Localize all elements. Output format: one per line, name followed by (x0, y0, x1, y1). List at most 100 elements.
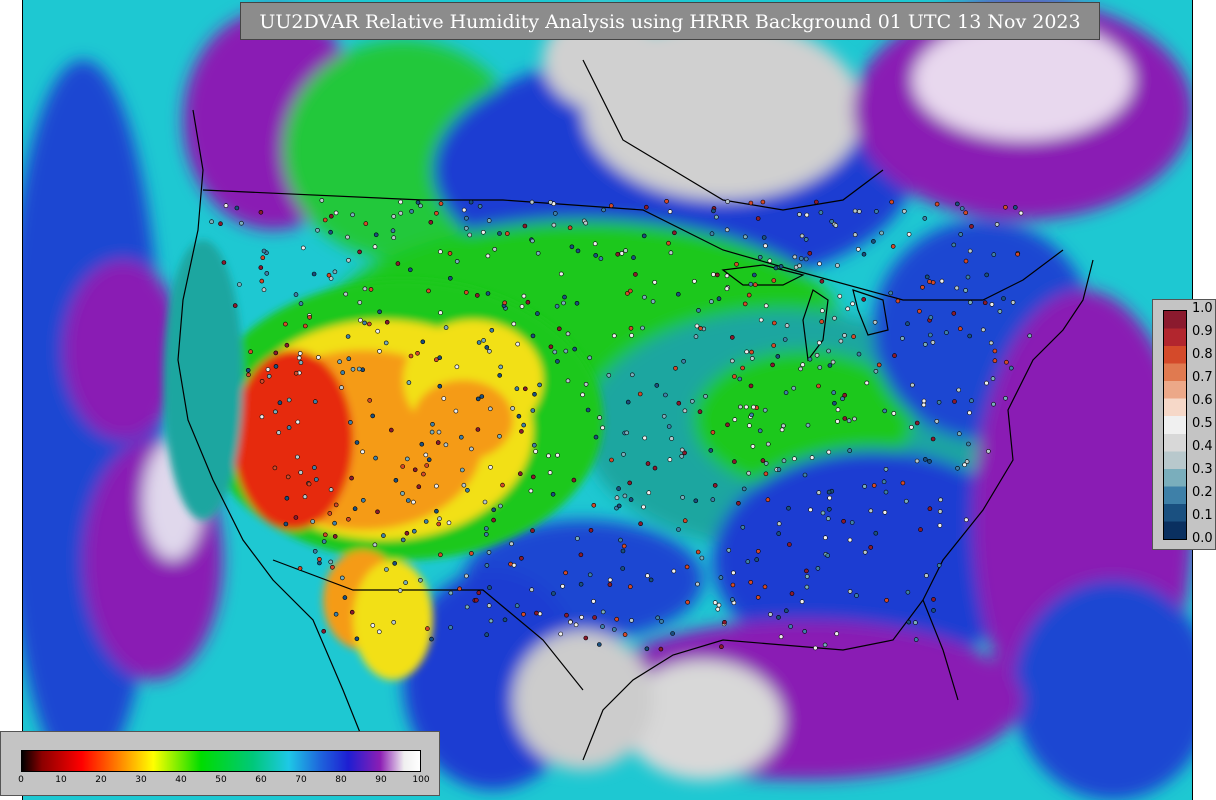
station-marker (591, 502, 597, 508)
station-marker (762, 407, 768, 413)
station-marker (398, 210, 404, 216)
station-marker (786, 505, 791, 511)
station-marker (438, 552, 443, 558)
station-marker (296, 355, 302, 361)
station-marker (564, 612, 569, 618)
station-marker (261, 287, 267, 293)
station-marker (284, 495, 290, 501)
station-marker (363, 221, 369, 226)
station-marker (258, 265, 264, 270)
station-marker (497, 373, 503, 378)
station-marker (424, 463, 430, 468)
station-marker (312, 548, 318, 554)
station-marker (776, 531, 782, 536)
station-marker (530, 408, 536, 413)
station-marker (376, 629, 382, 635)
station-marker (573, 622, 579, 628)
station-marker (426, 288, 431, 294)
station-marker (502, 617, 508, 623)
station-marker (782, 337, 788, 342)
map-canvas (23, 0, 1192, 800)
station-marker (715, 606, 721, 612)
station-marker (283, 521, 289, 527)
station-marker (350, 366, 356, 372)
station-marker (684, 564, 690, 570)
station-marker (814, 352, 820, 358)
station-marker (328, 229, 333, 235)
station-marker (891, 411, 897, 416)
station-marker (731, 570, 736, 576)
station-marker (561, 300, 566, 306)
station-marker (510, 406, 515, 411)
station-marker (962, 462, 967, 468)
station-marker (749, 349, 754, 355)
station-marker (443, 442, 449, 448)
station-marker (484, 632, 490, 638)
station-marker (530, 474, 536, 480)
station-marker (537, 611, 543, 617)
station-marker (631, 255, 636, 260)
station-marker (966, 441, 971, 447)
station-marker (930, 340, 936, 345)
station-marker (611, 333, 617, 339)
station-marker (383, 340, 389, 346)
station-marker (760, 458, 766, 463)
station-marker (936, 563, 942, 568)
station-marker (575, 248, 581, 254)
station-marker (400, 464, 406, 469)
station-marker (692, 278, 697, 284)
station-marker (873, 368, 879, 374)
station-marker (781, 458, 787, 464)
station-marker (990, 376, 996, 381)
station-marker (816, 383, 821, 389)
station-marker (360, 449, 365, 455)
station-marker (641, 233, 647, 239)
station-marker (337, 359, 342, 365)
station-marker (963, 288, 968, 293)
station-marker (509, 541, 514, 547)
station-marker (565, 378, 571, 384)
station-marker (652, 465, 658, 471)
station-marker (714, 272, 720, 278)
station-marker (914, 458, 920, 464)
station-marker (600, 624, 605, 629)
station-marker (842, 392, 848, 398)
station-marker (409, 209, 414, 214)
station-marker (485, 291, 491, 296)
station-marker (548, 200, 553, 205)
station-marker (468, 199, 474, 205)
station-marker (609, 457, 614, 463)
station-marker (321, 539, 327, 544)
station-marker (362, 320, 367, 326)
station-marker (311, 271, 317, 277)
station-marker (485, 253, 491, 259)
station-marker (571, 477, 577, 483)
station-marker (922, 216, 928, 221)
station-marker (938, 497, 943, 503)
station-marker (400, 491, 405, 496)
station-marker (655, 615, 661, 621)
station-marker (699, 555, 705, 561)
station-marker (781, 423, 786, 429)
station-marker (457, 586, 462, 592)
rh-tick-label: 40 (175, 775, 187, 785)
station-marker (770, 362, 775, 368)
station-marker (370, 413, 376, 419)
station-marker (481, 338, 486, 343)
map-title: UU2DVAR Relative Humidity Analysis using… (240, 2, 1100, 40)
station-marker (830, 359, 836, 365)
station-marker (446, 520, 452, 526)
station-marker (483, 526, 489, 531)
station-marker (666, 240, 671, 246)
station-marker (856, 209, 862, 214)
rh-tick-label: 90 (375, 775, 387, 785)
station-marker (537, 382, 542, 388)
station-marker (681, 358, 686, 364)
station-marker (532, 391, 537, 397)
station-marker (628, 325, 634, 331)
station-marker (428, 220, 434, 225)
california-teal (163, 240, 243, 520)
station-marker (661, 413, 667, 419)
station-marker (967, 333, 973, 339)
station-marker (807, 356, 813, 362)
